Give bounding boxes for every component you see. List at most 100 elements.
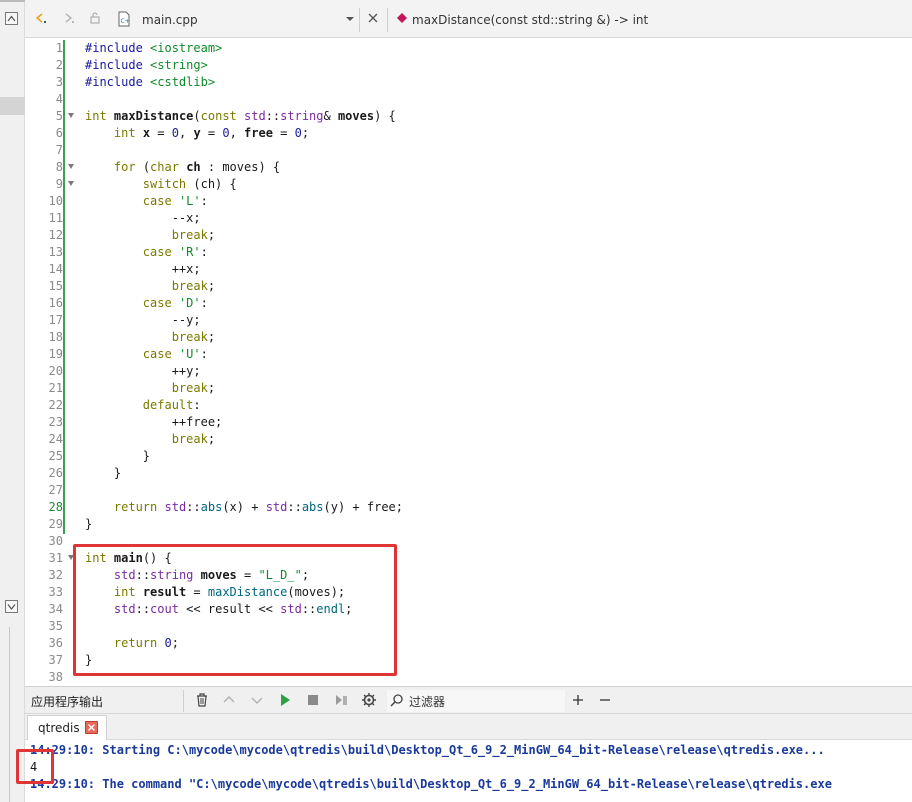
code-line-29: } (85, 517, 93, 531)
code-line-9: switch (ch) { (142, 177, 237, 191)
output-pane-header: 应用程序输出 过滤器 (25, 686, 912, 714)
run-icon[interactable] (277, 692, 293, 708)
line-number: 2 (55, 58, 63, 72)
fold-marker-icon[interactable] (68, 164, 74, 169)
code-line-12: break; (171, 228, 216, 242)
code-line-14: ++x; (171, 262, 201, 276)
close-icon[interactable] (367, 11, 379, 29)
code-editor[interactable]: 1 2 3 4 5 6 7 8 9 10 11 12 13 14 15 16 17 18 19 20 21 22 23 24 2… (25, 38, 912, 686)
output-tab-row: qtredis (25, 714, 912, 740)
file-name[interactable]: main.cpp (142, 11, 198, 29)
editor-toolbar: C+ main.cpp maxDistance(const std::strin… (25, 0, 912, 38)
code-line-16: case 'D': (142, 296, 208, 310)
line-number: 23 (48, 415, 63, 429)
add-icon[interactable] (570, 692, 586, 708)
line-number: 36 (48, 636, 63, 650)
filter-input[interactable]: 过滤器 (387, 690, 565, 712)
collapse-up-icon[interactable] (5, 12, 18, 25)
line-number: 26 (48, 466, 63, 480)
line-number: 4 (55, 92, 63, 106)
line-number: 20 (48, 364, 63, 378)
dropdown-icon[interactable] (345, 11, 355, 29)
sidebar-top-line (0, 0, 25, 2)
output-content[interactable]: 14:29:10: Starting C:\mycode\mycode\qtre… (25, 740, 912, 802)
code-line-5: int maxDistance(const std::string& moves… (85, 109, 396, 123)
line-number: 16 (48, 296, 63, 310)
code-line-19: case 'U': (142, 347, 208, 361)
line-number: 27 (48, 483, 63, 497)
forward-icon[interactable] (61, 11, 75, 29)
tab-label: qtredis (38, 721, 80, 735)
toolbar-divider (387, 8, 388, 32)
sidebar-scroll-track (9, 627, 10, 802)
line-number: 29 (48, 517, 63, 531)
line-number: 19 (48, 347, 63, 361)
remove-icon[interactable] (597, 692, 613, 708)
output-line: 14:29:10: Starting C:\mycode\mycode\qtre… (30, 743, 825, 757)
tab-qtredis[interactable]: qtredis (27, 715, 107, 740)
highlight-box-output (16, 749, 54, 784)
svg-text:C+: C+ (121, 18, 130, 25)
line-number: 35 (48, 619, 63, 633)
line-number: 17 (48, 313, 63, 327)
code-line-8: for (char ch : moves) { (113, 160, 281, 174)
sidebar-selected-row[interactable] (0, 97, 25, 115)
output-pane-title: 应用程序输出 (31, 695, 104, 709)
line-number-gutter: 1 2 3 4 5 6 7 8 9 10 11 12 13 14 15 16 17 18 19 20 21 22 23 24 2… (25, 38, 63, 686)
function-signature[interactable]: maxDistance(const std::string &) -> int (412, 11, 648, 29)
clear-icon[interactable] (194, 692, 210, 708)
output-line: 14:29:10: The command "C:\mycode\mycode\… (30, 777, 832, 791)
line-number: 7 (55, 143, 63, 157)
back-icon[interactable] (33, 11, 47, 29)
code-line-23: ++free; (171, 415, 223, 429)
tab-close-icon[interactable] (85, 721, 98, 734)
code-line-22: default: (142, 398, 201, 412)
line-number: 34 (48, 602, 63, 616)
up-icon[interactable] (221, 692, 237, 708)
line-number: 9 (55, 177, 63, 191)
stop-icon[interactable] (305, 692, 321, 708)
code-line-20: ++y; (171, 364, 201, 378)
line-number: 6 (55, 126, 63, 140)
code-line-10: case 'L': (142, 194, 208, 208)
fold-marker-icon[interactable] (68, 113, 74, 118)
line-number: 28 (48, 500, 63, 514)
gear-icon[interactable] (361, 692, 377, 708)
code-line-28: return std::abs(x) + std::abs(y) + free; (113, 500, 403, 514)
line-number: 37 (48, 653, 63, 667)
attach-icon[interactable] (333, 692, 349, 708)
line-number: 1 (55, 41, 63, 55)
search-icon (389, 693, 405, 709)
file-icon: C+ (117, 11, 131, 29)
line-number: 3 (55, 75, 63, 89)
left-sidebar-strip (0, 0, 25, 802)
filter-placeholder: 过滤器 (409, 695, 446, 709)
line-number: 32 (48, 568, 63, 582)
line-number: 14 (48, 262, 63, 276)
line-number: 31 (48, 551, 63, 565)
code-line-26: } (113, 466, 122, 480)
code-line-13: case 'R': (142, 245, 208, 259)
collapse-down-icon[interactable] (5, 600, 18, 613)
code-line-25: } (142, 449, 151, 463)
code-line-15: break; (171, 279, 216, 293)
header-divider (183, 690, 184, 712)
line-number: 18 (48, 330, 63, 344)
line-number: 25 (48, 449, 63, 463)
line-number: 33 (48, 585, 63, 599)
fold-marker-icon[interactable] (68, 181, 74, 186)
line-number: 5 (55, 109, 63, 123)
code-line-3: #include <cstdlib> (85, 75, 216, 89)
line-number: 12 (48, 228, 63, 242)
down-icon[interactable] (249, 692, 265, 708)
line-number: 13 (48, 245, 63, 259)
lock-icon[interactable] (88, 11, 102, 29)
code-line-18: break; (171, 330, 216, 344)
highlight-box-main (73, 544, 397, 676)
line-number: 24 (48, 432, 63, 446)
code-line-21: break; (171, 381, 216, 395)
code-line-2: #include <string> (85, 58, 208, 72)
function-icon (396, 11, 408, 29)
line-number: 11 (48, 211, 63, 225)
line-number: 15 (48, 279, 63, 293)
